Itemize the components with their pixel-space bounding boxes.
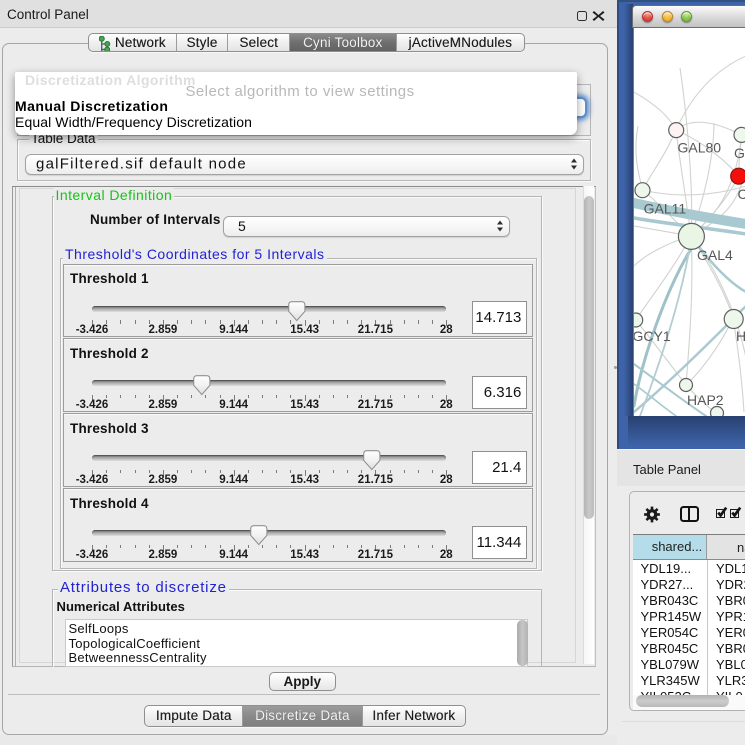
svg-text:HAP2: HAP2: [687, 392, 724, 408]
svg-text:GCY1: GCY1: [634, 328, 671, 344]
svg-text:C: C: [738, 186, 745, 202]
svg-text:GAL4: GAL4: [697, 247, 733, 263]
svg-text:HA: HA: [736, 328, 745, 344]
svg-text:GAL11: GAL11: [644, 201, 687, 217]
svg-text:GA: GA: [734, 145, 745, 161]
svg-text:GAL80: GAL80: [678, 140, 722, 156]
